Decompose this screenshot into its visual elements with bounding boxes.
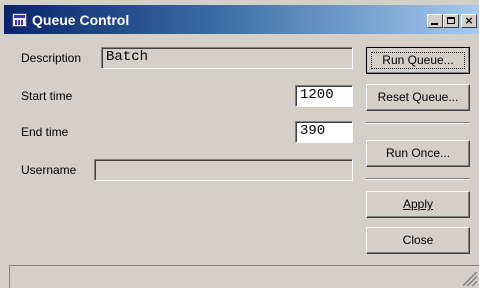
description-field[interactable]: Batch (101, 47, 353, 69)
separator-bottom (366, 178, 470, 180)
description-label: Description (21, 51, 82, 65)
minimize-button[interactable] (427, 14, 443, 28)
start-time-label: Start time (21, 89, 73, 103)
app-icon (12, 13, 27, 27)
close-window-button[interactable]: × (461, 14, 477, 28)
run-queue-label: Run Queue... (382, 53, 454, 67)
status-bar (9, 265, 479, 288)
end-time-field[interactable]: 390 (295, 121, 353, 143)
window-title: Queue Control (32, 12, 130, 28)
minimize-icon (431, 23, 438, 25)
apply-button[interactable]: Apply (366, 191, 470, 218)
reset-queue-button[interactable]: Reset Queue... (366, 84, 470, 111)
close-label: Close (402, 233, 434, 247)
username-field[interactable] (94, 159, 353, 181)
reset-queue-label: Reset Queue... (377, 90, 459, 104)
maximize-icon (447, 17, 455, 24)
separator-top (366, 122, 470, 124)
close-icon: × (464, 14, 474, 27)
maximize-button[interactable] (443, 14, 459, 28)
resize-grip-icon[interactable] (463, 272, 477, 286)
run-once-button[interactable]: Run Once... (366, 140, 470, 167)
end-time-label: End time (21, 125, 69, 139)
username-label: Username (21, 163, 77, 177)
title-bar[interactable]: Queue Control × (4, 5, 479, 34)
run-queue-button[interactable]: Run Queue... (366, 47, 470, 74)
queue-control-window: Queue Control × Description Batch Start … (0, 0, 479, 288)
apply-label: Apply (402, 197, 434, 211)
run-once-label: Run Once... (385, 146, 451, 160)
start-time-field[interactable]: 1200 (295, 85, 353, 107)
close-button[interactable]: Close (366, 227, 470, 254)
